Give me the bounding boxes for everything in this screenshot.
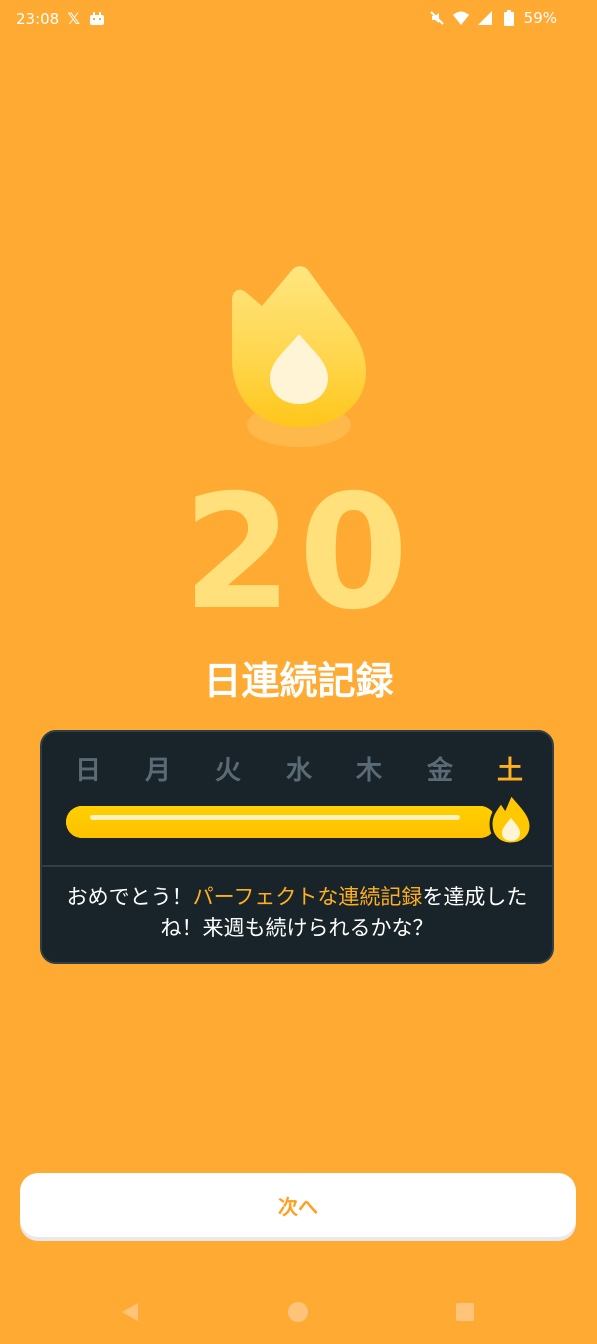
day-wed: 水 [285,756,312,786]
battery-percent: 59% [523,9,557,27]
streak-flame-icon [228,262,370,452]
progress-shine [90,815,460,820]
day-fri: 金 [426,756,453,786]
day-tue: 火 [214,756,241,786]
streak-label: 日連続記録 [203,659,394,703]
message-highlight: パーフェクトな連続記録 [192,885,423,909]
back-icon[interactable] [118,1300,142,1324]
day-mon: 月 [144,756,171,786]
system-nav-bar [0,1290,597,1334]
wifi-icon [452,9,470,27]
mute-icon [428,9,446,27]
next-button[interactable]: 次へ [20,1173,576,1237]
home-icon[interactable] [286,1300,310,1324]
battery-icon [500,9,518,27]
congrats-message: おめでとう！パーフェクトな連続記録を達成したね！来週も続けられるかな？ [62,882,532,944]
progress-flame-icon [489,791,533,846]
day-thu: 木 [355,756,382,786]
week-streak-card: 日 月 火 水 木 金 土 おめでとう！パーフェクトな連続記録を達成したね！来週… [40,730,554,964]
message-prefix: おめでとう！ [66,885,193,909]
notification-app-icon [88,10,106,28]
week-progress-fill [66,806,496,838]
day-sat: 土 [496,756,523,786]
status-time: 23:08 [16,9,60,28]
day-sun: 日 [74,756,101,786]
card-divider [42,865,552,867]
recents-icon[interactable] [453,1300,477,1324]
weekday-row: 日 月 火 水 木 金 土 [42,750,552,786]
week-progress-bar [66,806,496,838]
status-bar: 23:08 𝕏 59% [0,0,597,40]
signal-icon [476,9,494,27]
x-logo-icon: 𝕏 [67,9,81,28]
streak-count: 20 [182,461,415,645]
